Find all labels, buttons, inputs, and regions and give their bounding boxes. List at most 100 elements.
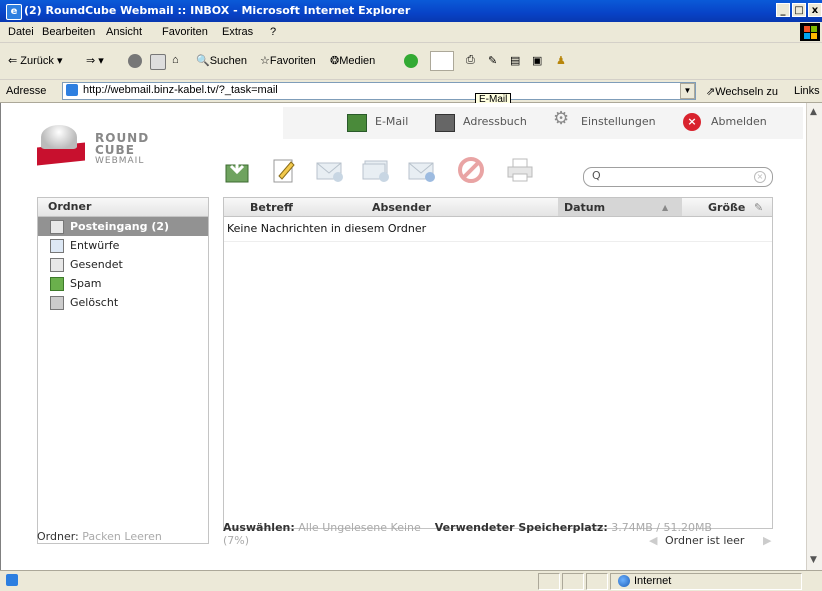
media-button[interactable]: ❂Medien (330, 54, 375, 67)
printer-icon (507, 158, 533, 182)
favorites-button[interactable]: ☆Favoriten (260, 54, 316, 67)
menu-bar: Datei Bearbeiten Ansicht Favoriten Extra… (0, 22, 822, 43)
go-label: Wechseln zu (715, 86, 778, 98)
scroll-up-icon[interactable]: ▲ (810, 107, 817, 117)
menu-file[interactable]: Datei (8, 26, 34, 38)
nav-addressbook[interactable]: Adressbuch (463, 115, 527, 128)
select-none-link[interactable]: Keine (391, 521, 421, 534)
ie-icon: e (6, 4, 22, 20)
folder-footer-label: Ordner: (37, 530, 79, 543)
reply-button[interactable] (315, 156, 345, 184)
windows-logo-icon (800, 23, 820, 41)
reply-icon (316, 162, 343, 182)
empty-list-message: Keine Nachrichten in diesem Ordner (227, 222, 427, 235)
menu-tools[interactable]: Extras (222, 26, 253, 38)
message-list: Betreff Absender Datum ▲ Größe ✎ Keine N… (223, 197, 773, 529)
select-all-link[interactable]: Alle (298, 521, 318, 534)
address-input[interactable]: http://webmail.binz-kabel.tv/?_task=mail (62, 82, 696, 100)
nav-settings[interactable]: Einstellungen (581, 115, 656, 128)
security-zone: Internet (618, 575, 671, 588)
column-sender[interactable]: Absender (372, 201, 431, 214)
menu-view[interactable]: Ansicht (106, 26, 142, 38)
settings-gear-icon: ⚙ (553, 108, 570, 129)
select-unread-link[interactable]: Ungelesene (322, 521, 387, 534)
empty-folder-link[interactable]: Leeren (124, 530, 162, 543)
research-icon[interactable]: ▣ (532, 54, 542, 67)
folder-trash[interactable]: Gelöscht (38, 293, 208, 312)
edit-icon[interactable]: ✎ (488, 54, 497, 67)
menu-help[interactable]: ? (270, 26, 276, 38)
message-footer: Auswählen: Alle Ungelesene Keine Verwend… (223, 521, 783, 548)
delete-icon (458, 157, 484, 183)
message-list-header: Betreff Absender Datum ▲ Größe ✎ (224, 198, 772, 217)
search-icon: Q (592, 169, 601, 182)
favorites-label: Favoriten (269, 55, 316, 67)
address-label: Adresse (6, 85, 47, 97)
nav-mail[interactable]: E-Mail (375, 115, 408, 128)
prev-page-icon[interactable]: ◀ (649, 534, 657, 547)
stop-icon[interactable] (128, 54, 142, 68)
search-label: Suchen (209, 55, 248, 67)
go-button[interactable]: ⇗Wechseln zu (706, 85, 778, 98)
top-navigation: E-Mail Adressbuch ⚙ Einstellungen × Abme… (283, 107, 803, 139)
folder-label: Gesendet (70, 258, 123, 271)
mail-icon (347, 114, 367, 132)
column-size[interactable]: Größe (708, 201, 745, 214)
roundcube-logo: ROUND CUBE WEBMAIL (37, 119, 177, 169)
folder-label: Gelöscht (70, 296, 119, 309)
column-subject[interactable]: Betreff (250, 201, 293, 214)
home-icon[interactable]: ⌂ (172, 54, 179, 66)
refresh-icon[interactable] (150, 54, 166, 70)
folder-panel: Ordner Posteingang (2) Entwürfe Gesendet… (37, 197, 209, 544)
column-date[interactable]: Datum (564, 201, 605, 214)
spam-icon (50, 277, 64, 291)
forward-mail-icon (408, 162, 435, 182)
back-button[interactable]: ⇐ Zurück ▾ (8, 54, 62, 67)
page-status-icon (6, 574, 18, 586)
forward-mail-button[interactable] (407, 156, 437, 184)
internet-globe-icon (618, 575, 630, 588)
mail-menu-button[interactable] (430, 51, 454, 71)
folder-footer: Ordner: Packen Leeren (37, 530, 162, 543)
page-icon (66, 84, 78, 96)
vertical-scrollbar[interactable]: ▲ ▼ (806, 103, 822, 570)
maximize-button[interactable]: □ (792, 3, 806, 17)
messenger-icon[interactable]: ♟ (556, 54, 566, 67)
print-button[interactable] (505, 156, 535, 184)
browser-toolbar: ⇐ Zurück ▾ ⇒ ▾ ⌂ 🔍Suchen ☆Favoriten ❂Med… (0, 43, 822, 80)
trash-icon (50, 296, 64, 310)
media-label: Medien (339, 55, 376, 67)
links-button[interactable]: Links (794, 85, 820, 97)
menu-edit[interactable]: Bearbeiten (42, 26, 95, 38)
status-bar: Internet (0, 570, 822, 591)
folder-drafts[interactable]: Entwürfe (38, 236, 208, 255)
address-dropdown-icon[interactable]: ▼ (680, 83, 695, 99)
logo-text-webmail: WEBMAIL (95, 156, 145, 166)
menu-favorites[interactable]: Favoriten (162, 26, 208, 38)
folder-header: Ordner (38, 198, 208, 217)
drafts-icon (50, 239, 64, 253)
compose-button[interactable] (269, 156, 299, 184)
history-icon[interactable] (404, 54, 418, 68)
reply-all-icon (362, 160, 389, 182)
close-button[interactable]: x (808, 3, 822, 17)
check-mail-button[interactable] (223, 156, 253, 184)
print-icon[interactable]: ⎙ (466, 54, 475, 67)
folder-spam[interactable]: Spam (38, 274, 208, 293)
folder-inbox[interactable]: Posteingang (2) (38, 217, 208, 236)
compact-folder-link[interactable]: Packen (82, 530, 121, 543)
folder-sent[interactable]: Gesendet (38, 255, 208, 274)
next-page-icon[interactable]: ▶ (763, 534, 771, 547)
clear-search-icon[interactable]: × (754, 171, 766, 183)
discuss-icon[interactable]: ▤ (510, 54, 520, 67)
folder-label: Spam (70, 277, 102, 290)
forward-button[interactable]: ⇒ ▾ (86, 54, 104, 67)
minimize-button[interactable]: _ (776, 3, 790, 17)
row-divider (224, 241, 772, 242)
delete-button[interactable] (457, 156, 487, 184)
search-button[interactable]: 🔍Suchen (196, 54, 247, 67)
nav-logout[interactable]: Abmelden (711, 115, 767, 128)
reply-all-button[interactable] (361, 156, 391, 184)
scroll-down-icon[interactable]: ▼ (810, 555, 817, 565)
search-input[interactable]: Q × (583, 167, 773, 187)
